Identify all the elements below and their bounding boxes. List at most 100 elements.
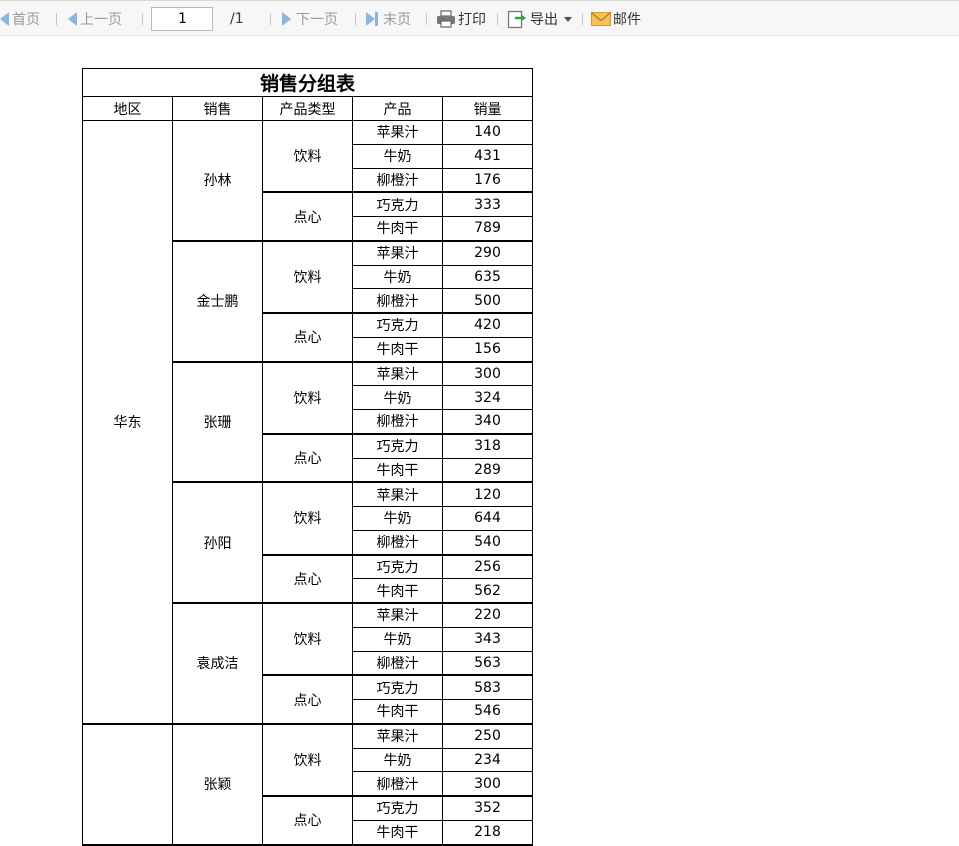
sales-value-cell: 546 [442, 698, 533, 725]
sales-value-cell: 176 [442, 167, 533, 194]
product-type-cell: 饮料 [262, 723, 353, 798]
product-type-cell: 点心 [262, 674, 353, 725]
sales-group-report: 销售分组表 地区 销售 产品类型 产品 销量 华东 孙林 饮料 苹果汁 140 牛奶 431… [82, 68, 533, 846]
salesperson-cell: 袁成洁 [172, 602, 263, 725]
product-cell: 柳橙汁 [352, 288, 443, 315]
column-header-product-type: 产品类型 [262, 96, 353, 121]
first-page-icon [0, 12, 9, 26]
salesperson-cell: 金士鹏 [172, 240, 263, 363]
product-cell: 柳橙汁 [352, 529, 443, 556]
toolbar-separator [142, 13, 143, 25]
print-label: 打印 [458, 12, 486, 28]
product-cell: 巧克力 [352, 191, 443, 218]
product-type-cell: 点心 [262, 554, 353, 604]
region-cell: 华东 [82, 119, 173, 725]
product-cell: 苹果汁 [352, 481, 443, 508]
sales-value-cell: 431 [442, 143, 533, 169]
sales-value-cell: 318 [442, 433, 533, 459]
sales-value-cell: 324 [442, 385, 533, 410]
product-cell: 牛肉干 [352, 457, 443, 484]
export-label: 导出 [530, 12, 558, 28]
sales-value-cell: 140 [442, 120, 533, 145]
product-cell: 巧克力 [352, 312, 443, 338]
report-body: 华东 孙林 饮料 苹果汁 140 牛奶 431 柳橙汁 176 点心 巧克力 333 牛肉干 789 金士鹏… [82, 119, 533, 846]
sales-value-cell: 220 [442, 602, 533, 628]
sales-value-cell: 343 [442, 626, 533, 652]
product-type-cell: 点心 [262, 191, 353, 242]
product-cell: 牛肉干 [352, 698, 443, 725]
product-cell: 牛奶 [352, 747, 443, 773]
product-cell: 苹果汁 [352, 360, 443, 387]
product-cell: 柳橙汁 [352, 167, 443, 194]
toolbar-separator [497, 13, 498, 25]
product-type-cell: 饮料 [262, 602, 353, 677]
sales-value-cell: 583 [442, 674, 533, 701]
column-header-salesperson: 销售 [172, 96, 263, 121]
product-type-cell: 点心 [262, 795, 353, 846]
sales-value-cell: 289 [442, 457, 533, 484]
column-header-sales: 销量 [442, 96, 533, 121]
product-cell: 苹果汁 [352, 723, 443, 749]
prev-page-label: 上一页 [80, 12, 122, 28]
product-cell: 苹果汁 [352, 120, 443, 145]
prev-page-button[interactable]: 上一页 [68, 1, 122, 37]
chevron-down-icon[interactable] [564, 16, 572, 22]
sales-value-cell: 420 [442, 312, 533, 338]
sales-value-cell: 156 [442, 336, 533, 363]
product-cell: 柳橙汁 [352, 771, 443, 798]
sales-value-cell: 789 [442, 215, 533, 242]
product-cell: 柳橙汁 [352, 650, 443, 677]
product-cell: 牛肉干 [352, 215, 443, 242]
salesperson-cell: 孙林 [172, 119, 263, 242]
export-icon [507, 10, 526, 29]
page-total: /1 [230, 11, 244, 27]
sales-value-cell: 540 [442, 529, 533, 556]
next-page-button[interactable]: 下一页 [282, 1, 338, 37]
mail-button[interactable]: 邮件 [591, 1, 641, 37]
sales-value-cell: 300 [442, 360, 533, 387]
sales-value-cell: 120 [442, 481, 533, 508]
mail-label: 邮件 [613, 12, 641, 28]
first-page-button[interactable]: 首页 [0, 1, 40, 37]
product-type-cell: 饮料 [262, 120, 353, 194]
print-button[interactable]: 打印 [436, 1, 486, 37]
product-cell: 柳橙汁 [352, 408, 443, 435]
product-type-cell: 点心 [262, 433, 353, 484]
toolbar-separator [582, 13, 583, 25]
report-toolbar: 首页 上一页 /1 下一页 末页 打印 导出 [0, 0, 959, 36]
export-button[interactable]: 导出 [507, 1, 572, 37]
sales-value-cell: 644 [442, 506, 533, 531]
salesperson-cell: 孙阳 [172, 481, 263, 604]
product-type-cell: 点心 [262, 312, 353, 363]
sales-value-cell: 635 [442, 264, 533, 290]
mail-icon [591, 12, 611, 26]
sales-value-cell: 563 [442, 650, 533, 677]
toolbar-separator [270, 13, 271, 25]
salesperson-cell: 张颖 [172, 723, 263, 846]
sales-value-cell: 340 [442, 408, 533, 435]
table-row: 华东 孙林 饮料 苹果汁 140 [82, 119, 533, 725]
page-number-input[interactable] [151, 7, 213, 31]
product-cell: 苹果汁 [352, 602, 443, 628]
region-cell [82, 723, 173, 846]
sales-value-cell: 256 [442, 553, 533, 580]
report-title: 销售分组表 [82, 68, 533, 97]
sales-value-cell: 562 [442, 578, 533, 605]
toolbar-separator [355, 13, 356, 25]
product-cell: 牛奶 [352, 143, 443, 169]
last-page-bar-icon [375, 12, 378, 26]
product-cell: 巧克力 [352, 674, 443, 701]
sales-value-cell: 250 [442, 723, 533, 749]
product-cell: 牛肉干 [352, 578, 443, 605]
toolbar-separator [56, 13, 57, 25]
sales-value-cell: 290 [442, 240, 533, 266]
product-cell: 牛奶 [352, 506, 443, 531]
salesperson-cell: 张珊 [172, 361, 263, 484]
sales-value-cell: 218 [442, 819, 533, 846]
sales-value-cell: 500 [442, 288, 533, 315]
last-page-button[interactable]: 末页 [366, 1, 411, 37]
next-page-icon [282, 12, 291, 26]
product-type-cell: 饮料 [262, 481, 353, 556]
sales-value-cell: 333 [442, 191, 533, 218]
product-type-cell: 饮料 [262, 240, 353, 315]
